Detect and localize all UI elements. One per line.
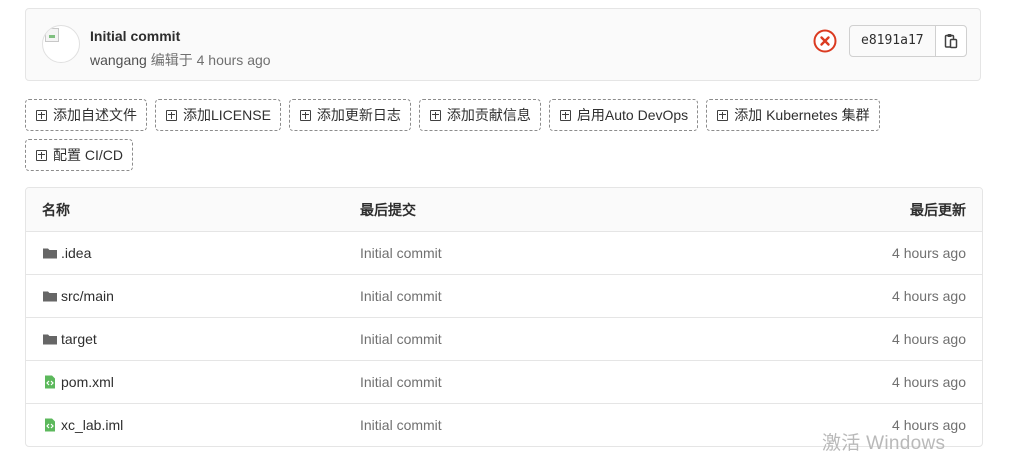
header-last-commit: 最后提交 xyxy=(360,201,416,218)
file-tree-table: 名称 最后提交 最后更新 .idea Initial commit 4 hour… xyxy=(25,187,983,447)
file-name-cell[interactable]: xc_lab.iml xyxy=(42,404,123,446)
pipeline-failed-icon[interactable] xyxy=(813,29,837,53)
action-label: 添加自述文件 xyxy=(53,107,137,123)
updated-cell: 4 hours ago xyxy=(892,374,966,390)
file-name-cell[interactable]: pom.xml xyxy=(42,361,114,403)
repo-quick-actions: 添加自述文件 添加LICENSE 添加更新日志 添加贡献信息 启用Auto De… xyxy=(25,99,895,171)
action-label: 添加贡献信息 xyxy=(446,107,531,123)
updated-cell: 4 hours ago xyxy=(892,245,966,261)
commit-title[interactable]: Initial commit xyxy=(90,28,180,44)
commit-message-cell[interactable]: Initial commit xyxy=(360,232,442,274)
commit-message-cell[interactable]: Initial commit xyxy=(360,275,442,317)
add-license-button[interactable]: 添加LICENSE xyxy=(155,99,281,131)
plus-square-icon xyxy=(559,109,571,121)
file-name[interactable]: target xyxy=(61,331,97,347)
commit-sha[interactable]: e8191a17 xyxy=(850,26,936,56)
commit-sha-group: e8191a17 xyxy=(849,25,967,57)
plus-square-icon xyxy=(166,109,177,121)
table-row: .idea Initial commit 4 hours ago xyxy=(26,232,982,275)
broken-image-icon xyxy=(45,28,59,42)
action-label: 添加更新日志 xyxy=(316,107,401,123)
plus-square-icon xyxy=(299,109,311,121)
add-readme-button[interactable]: 添加自述文件 xyxy=(25,99,147,131)
commit-message-cell[interactable]: Initial commit xyxy=(360,361,442,403)
enable-auto-devops-button[interactable]: 启用Auto DevOps xyxy=(548,99,699,131)
commit-message-cell[interactable]: Initial commit xyxy=(360,318,442,360)
header-last-update: 最后更新 xyxy=(910,201,966,218)
table-row: pom.xml Initial commit 4 hours ago xyxy=(26,361,982,404)
commit-edited-time: 编辑于 4 hours ago xyxy=(150,52,271,68)
plus-square-icon xyxy=(36,149,47,161)
header-name: 名称 xyxy=(42,201,70,218)
file-name[interactable]: src/main xyxy=(61,288,114,304)
plus-square-icon xyxy=(717,109,729,121)
action-label: 添加 Kubernetes 集群 xyxy=(734,107,870,123)
folder-icon xyxy=(43,334,57,345)
commit-message-cell[interactable]: Initial commit xyxy=(360,404,442,446)
add-contributing-button[interactable]: 添加贡献信息 xyxy=(418,99,541,131)
clipboard-icon xyxy=(944,34,957,49)
table-row: src/main Initial commit 4 hours ago xyxy=(26,275,982,318)
author-avatar[interactable] xyxy=(42,25,80,63)
commit-meta: wangang 编辑于 4 hours ago xyxy=(90,50,271,70)
code-file-icon xyxy=(45,418,55,432)
updated-cell: 4 hours ago xyxy=(892,331,966,347)
code-file-icon xyxy=(45,375,55,389)
add-changelog-button[interactable]: 添加更新日志 xyxy=(288,99,411,131)
action-label: 添加LICENSE xyxy=(183,107,271,123)
windows-activation-watermark: 激活 Windows xyxy=(822,433,946,454)
action-label: 启用Auto DevOps xyxy=(576,107,689,123)
copy-sha-button[interactable] xyxy=(935,26,966,56)
table-row: target Initial commit 4 hours ago xyxy=(26,318,982,361)
file-name[interactable]: .idea xyxy=(61,245,91,261)
folder-icon xyxy=(43,291,57,302)
add-kubernetes-cluster-button[interactable]: 添加 Kubernetes 集群 xyxy=(706,99,880,131)
folder-icon xyxy=(43,248,57,259)
setup-ci-cd-button[interactable]: 配置 CI/CD xyxy=(25,139,133,171)
updated-cell: 4 hours ago xyxy=(892,288,966,304)
file-name-cell[interactable]: .idea xyxy=(42,232,91,274)
file-name[interactable]: xc_lab.iml xyxy=(61,417,123,433)
plus-square-icon xyxy=(429,109,441,121)
commit-summary: Initial commit wangang 编辑于 4 hours ago e… xyxy=(25,8,981,81)
file-name[interactable]: pom.xml xyxy=(61,374,114,390)
file-name-cell[interactable]: src/main xyxy=(42,275,114,317)
file-name-cell[interactable]: target xyxy=(42,318,97,360)
commit-author[interactable]: wangang xyxy=(90,52,147,68)
table-header: 名称 最后提交 最后更新 xyxy=(26,188,982,232)
action-label: 配置 CI/CD xyxy=(53,147,123,163)
plus-square-icon xyxy=(36,109,47,121)
